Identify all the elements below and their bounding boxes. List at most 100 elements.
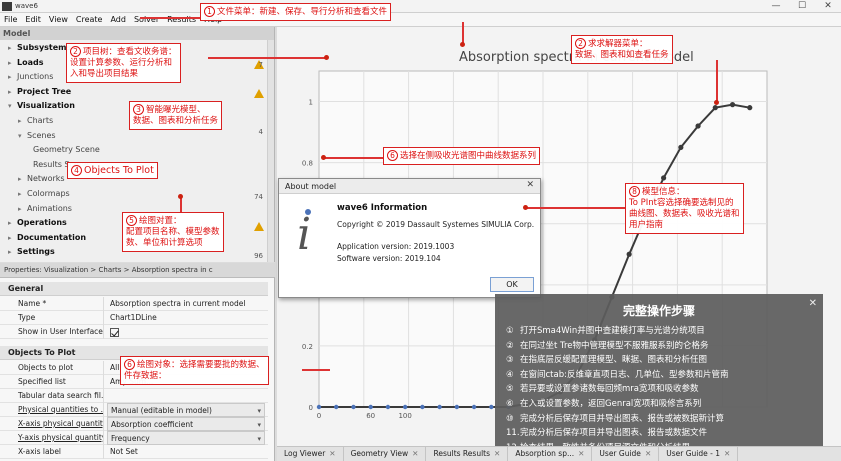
data-point [334, 404, 339, 410]
close-icon[interactable]: ✕ [645, 449, 651, 458]
menu-solver[interactable]: Solver [130, 13, 163, 27]
chevron-down-icon[interactable]: ▾ [257, 432, 261, 444]
close-icon[interactable]: ✕ [329, 449, 335, 458]
close-icon[interactable]: ✕ [526, 180, 534, 190]
info-icon: i [297, 209, 312, 260]
property-value[interactable]: Not Set [107, 445, 265, 459]
property-value[interactable] [107, 325, 265, 339]
close-icon[interactable]: ✕ [412, 449, 418, 458]
tree-item[interactable]: ▸ Loads [8, 56, 43, 69]
property-value[interactable] [107, 389, 265, 403]
tree-item[interactable]: ▸ Operations [8, 216, 67, 229]
maximize-icon[interactable]: ☐ [789, 0, 815, 13]
close-icon[interactable]: ✕ [494, 449, 500, 458]
tab-user-guide-1[interactable]: User Guide - 1 ✕ [659, 447, 739, 461]
tree-item[interactable]: ▸ Subsystems [8, 41, 71, 54]
chevron-right-icon[interactable]: ▸ [8, 42, 17, 55]
property-key: Specified list [0, 375, 104, 389]
tab-absorption[interactable]: Absorption sp... ✕ [508, 447, 593, 461]
data-point [385, 404, 391, 410]
step-item: ⑤ 若异要或设置参诸数每回频mra宽项和吸收参数 [506, 382, 699, 394]
chevron-right-icon[interactable]: ▸ [8, 246, 17, 259]
tree-item[interactable]: ▾ Visualization [8, 99, 75, 112]
steps-panel: ✕ 完整操作步骤 ① 打开Sma4Win并图中查建模打率与光谱分统项目 ② 在同过坐t… [495, 294, 823, 460]
annotation-number: 1 [204, 6, 215, 17]
show-in-ui-checkbox[interactable] [110, 327, 119, 337]
tree-count: 4 [258, 128, 263, 136]
tree-item[interactable]: ▸ Documentation [8, 231, 86, 244]
property-dropdown[interactable]: Manual (editable in model) ▾ [107, 403, 265, 417]
chevron-down-icon[interactable]: ▾ [8, 100, 17, 113]
menu-add[interactable]: Add [106, 13, 130, 27]
step-number: ④ [506, 369, 514, 380]
tree-item[interactable]: ▸ Settings [8, 245, 55, 258]
menu-create[interactable]: Create [72, 13, 107, 27]
about-app-version: Application version: 2019.1003 [337, 242, 455, 251]
chevron-down-icon[interactable]: ▾ [257, 404, 261, 416]
annotation-leader [323, 157, 383, 159]
tab-results[interactable]: Results Results ✕ [426, 447, 509, 461]
menu-file[interactable]: File [0, 13, 21, 27]
annotation-text: 绘图对象：选择需要要批的数据、 件存致据： [124, 360, 265, 381]
annotation-6-objects: 6 绘图对象：选择需要要批的数据、 件存致据： [120, 356, 269, 385]
property-dropdown[interactable]: Absorption coefficient ▾ [107, 417, 265, 431]
tree-scrollbar[interactable] [267, 40, 274, 262]
tree-item-label: Junctions [17, 72, 54, 82]
close-icon[interactable]: ✕ [815, 0, 841, 13]
chevron-right-icon[interactable]: ▸ [8, 232, 17, 245]
tree-item-label: Animations [27, 203, 72, 213]
tab-log-viewer[interactable]: Log Viewer ✕ [277, 447, 344, 461]
tab-label: Geometry View [350, 449, 409, 458]
close-icon[interactable]: ✕ [724, 449, 730, 458]
chevron-right-icon[interactable]: ▸ [8, 86, 17, 99]
step-text: 在入或设置参数，返回Genral宽项和吸修言系列 [520, 399, 702, 409]
step-item: 11.完成分析后保存项目并导出图表、报告或数据文件 [506, 426, 707, 438]
tree-item[interactable]: Geometry Scene [24, 143, 100, 156]
annotation-leader [208, 57, 326, 59]
menu-view[interactable]: View [45, 13, 72, 27]
x-tick-label: 60 [366, 412, 375, 420]
chevron-right-icon[interactable]: ▸ [18, 188, 27, 201]
tree-item-label: Geometry Scene [33, 145, 100, 155]
menu-edit[interactable]: Edit [21, 13, 45, 27]
menu-results[interactable]: Results [163, 13, 200, 27]
tree-item[interactable]: ▸ Project Tree [8, 85, 71, 98]
annotation-2-tree: 2 项目树：查看文收务谱： 设置计算参数、运行分析和 入和导出项目结果 [66, 43, 181, 83]
chevron-right-icon[interactable]: ▸ [18, 203, 27, 216]
minimize-icon[interactable]: — [763, 0, 789, 13]
annotation-dot [178, 194, 183, 199]
chevron-down-icon[interactable]: ▾ [18, 130, 27, 143]
x-tick-label: 100 [398, 412, 411, 420]
property-key: Y-axis physical quantity [0, 431, 104, 445]
annotation-number: 3 [133, 104, 144, 115]
tree-item[interactable]: ▾ Scenes [18, 129, 56, 142]
property-value[interactable]: Absorption spectra in current model [107, 297, 265, 311]
tree-item[interactable]: ▸ Networks [18, 172, 65, 185]
tree-item[interactable]: ▸ Colormaps [18, 187, 70, 200]
tree-item-label: Visualization [17, 101, 75, 111]
close-icon[interactable]: ✕ [578, 449, 584, 458]
property-value[interactable]: Chart1DLine [107, 311, 265, 325]
step-text: 若异要或设置参诸数每回频mra宽项和吸收参数 [520, 384, 699, 395]
ok-button[interactable]: OK [490, 277, 534, 292]
property-dropdown[interactable]: Frequency ▾ [107, 431, 265, 445]
chevron-right-icon[interactable]: ▸ [18, 173, 27, 186]
tab-geometry-view[interactable]: Geometry View ✕ [344, 447, 427, 461]
chevron-down-icon[interactable]: ▾ [257, 418, 261, 430]
chevron-right-icon[interactable]: ▸ [18, 115, 27, 128]
tree-item[interactable]: ▸ Junctions [8, 70, 53, 83]
section-general[interactable]: General [0, 282, 268, 296]
tree-count: 7 [258, 61, 263, 69]
step-number: 11. [506, 428, 520, 439]
tab-user-guide[interactable]: User Guide ✕ [592, 447, 660, 461]
chevron-right-icon[interactable]: ▸ [8, 57, 17, 70]
chevron-right-icon[interactable]: ▸ [8, 217, 17, 230]
steps-title: 完整操作步骤 [622, 304, 695, 318]
tree-item[interactable]: ▸ Charts [18, 114, 53, 127]
annotation-leader [716, 60, 718, 102]
window-titlebar: wave6 — ☐ ✕ [0, 0, 841, 13]
tree-item-label: Charts [27, 116, 54, 125]
tree-item[interactable]: ▸ Animations [18, 202, 72, 215]
data-point [316, 404, 322, 410]
chevron-right-icon[interactable]: ▸ [8, 71, 17, 84]
